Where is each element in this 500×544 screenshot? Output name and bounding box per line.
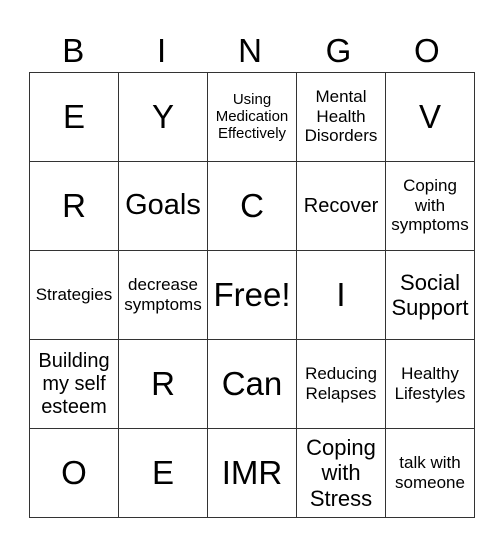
bingo-cell-text: Using Medication Effectively — [215, 90, 289, 143]
bingo-cell[interactable]: V — [385, 72, 475, 162]
bingo-cell[interactable]: Using Medication Effectively — [207, 72, 297, 162]
bingo-cell-text: Coping with symptoms — [391, 176, 469, 235]
bingo-cell-text: C — [240, 187, 264, 225]
bingo-cell[interactable]: Can — [207, 339, 297, 429]
bingo-cell-text: Building my self esteem — [38, 349, 110, 418]
bingo-row: E Y Using Medication Effectively Mental Hea… — [29, 72, 475, 162]
bingo-cell-text: R — [62, 187, 86, 225]
bingo-cell[interactable]: Strategies — [29, 250, 119, 340]
bingo-cell[interactable]: C — [207, 161, 297, 251]
bingo-cell-text: IMR — [221, 454, 283, 492]
bingo-cell[interactable]: Coping with symptoms — [385, 161, 475, 251]
bingo-cell-text: Free! — [213, 276, 291, 314]
bingo-cell-text: talk with someone — [395, 453, 465, 492]
bingo-cell[interactable]: Free! — [207, 250, 297, 340]
header-letter-b: B — [62, 32, 85, 69]
bingo-row: O E IMR Coping with Stress talk with someone — [29, 428, 475, 518]
bingo-cell-text: E — [62, 98, 85, 136]
bingo-cell-text: Goals — [125, 189, 201, 222]
bingo-cell-text: I — [336, 276, 346, 314]
bingo-cell-text: E — [151, 454, 174, 492]
bingo-cell-text: Mental Health Disorders — [304, 87, 378, 146]
header-letter-o: O — [413, 32, 440, 69]
bingo-cell[interactable]: decrease symptoms — [118, 250, 208, 340]
bingo-cell-text: Strategies — [35, 284, 113, 304]
bingo-grid: E Y Using Medication Effectively Mental Hea… — [29, 72, 475, 518]
bingo-cell[interactable]: I — [296, 250, 386, 340]
bingo-cell-text: Y — [151, 98, 174, 136]
bingo-cell-text: O — [61, 454, 87, 492]
bingo-cell-text: R — [151, 365, 175, 403]
bingo-cell[interactable]: Coping with Stress — [296, 428, 386, 518]
header-letter-i: I — [157, 32, 167, 69]
bingo-cell[interactable]: O — [29, 428, 119, 518]
bingo-row: R Goals C Recover Coping with symptoms — [29, 161, 475, 251]
bingo-cell[interactable]: R — [118, 339, 208, 429]
header-letter-n: N — [238, 32, 262, 69]
bingo-cell[interactable]: Social Support — [385, 250, 475, 340]
bingo-row: Strategies decrease symptoms Free! I Social … — [29, 250, 475, 340]
bingo-cell-text: V — [418, 98, 441, 136]
bingo-cell[interactable]: Building my self esteem — [29, 339, 119, 429]
bingo-row: Building my self esteem R Can Reducing Rela… — [29, 339, 475, 429]
bingo-cell-text: Can — [221, 365, 283, 403]
bingo-cell[interactable]: Mental Health Disorders — [296, 72, 386, 162]
bingo-cell[interactable]: R — [29, 161, 119, 251]
bingo-cell-text: decrease symptoms — [124, 275, 202, 314]
bingo-header: B I N G O — [29, 28, 471, 73]
bingo-cell[interactable]: Recover — [296, 161, 386, 251]
bingo-cell[interactable]: talk with someone — [385, 428, 475, 518]
bingo-cell[interactable]: Y — [118, 72, 208, 162]
bingo-cell[interactable]: IMR — [207, 428, 297, 518]
bingo-cell-text: Social Support — [391, 269, 469, 320]
bingo-cell[interactable]: E — [118, 428, 208, 518]
bingo-cell[interactable]: E — [29, 72, 119, 162]
bingo-cell-text: Healthy Lifestyles — [394, 364, 466, 403]
bingo-cell[interactable]: Reducing Relapses — [296, 339, 386, 429]
bingo-cell[interactable]: Healthy Lifestyles — [385, 339, 475, 429]
header-letter-g: G — [325, 32, 352, 69]
bingo-cell-text: Reducing Relapses — [305, 364, 377, 403]
bingo-cell[interactable]: Goals — [118, 161, 208, 251]
bingo-cell-text: Recover — [303, 194, 379, 217]
bingo-cell-text: Coping with Stress — [306, 435, 376, 511]
